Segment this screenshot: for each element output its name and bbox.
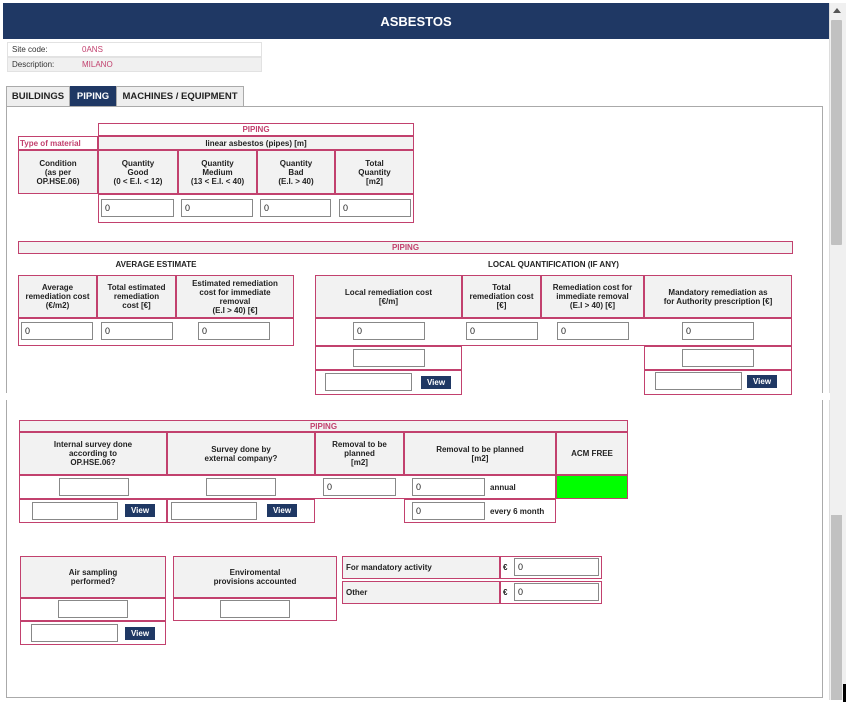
quantity-medium-header: Quantity Medium (13 < E.I. < 40) <box>178 150 257 194</box>
description-label: Description: <box>12 60 55 69</box>
external-survey-input[interactable] <box>206 478 276 496</box>
total-remediation-cost-header: Total remediation cost [€] <box>462 275 541 318</box>
remediation-immediate-input[interactable]: 0 <box>557 322 629 340</box>
quantity-good-header: Quantity Good (0 < E.I. < 12) <box>98 150 178 194</box>
mandatory-remediation-input[interactable]: 0 <box>682 322 754 340</box>
other-input[interactable]: 0 <box>514 583 599 601</box>
air-sampling-input[interactable] <box>58 600 128 618</box>
condition-header: Condition (as per OP.HSE.06) <box>18 150 98 194</box>
site-code-row: Site code: 0ANS <box>7 42 262 57</box>
mandatory-activity-input[interactable]: 0 <box>514 558 599 576</box>
acm-free-indicator <box>556 475 628 499</box>
total-quantity-input[interactable]: 0 <box>339 199 411 217</box>
local-cost-input[interactable]: 0 <box>353 322 425 340</box>
site-code-label: Site code: <box>12 45 48 54</box>
other-label: Other <box>342 581 500 604</box>
total-estimated-cost-input[interactable]: 0 <box>101 322 173 340</box>
tab-machines-equipment[interactable]: MACHINES / EQUIPMENT <box>116 86 244 106</box>
mandatory-file-input[interactable] <box>655 372 742 390</box>
description-value: MILANO <box>82 60 113 69</box>
edge-marker <box>843 684 846 702</box>
euro-symbol: € <box>503 588 508 597</box>
internal-survey-header: Internal survey done according to OP.HSE… <box>19 432 167 475</box>
air-sampling-file-input[interactable] <box>31 624 118 642</box>
average-cost-input[interactable]: 0 <box>21 322 93 340</box>
tab-buildings[interactable]: BUILDINGS <box>6 86 70 106</box>
mandatory-remediation-header: Mandatory remediation as for Authority p… <box>644 275 792 318</box>
quantity-medium-input[interactable]: 0 <box>181 199 253 217</box>
internal-survey-input[interactable] <box>59 478 129 496</box>
acm-free-header: ACM FREE <box>556 432 628 475</box>
average-cost-header: Average remediation cost (€/m2) <box>18 275 97 318</box>
six-month-input[interactable]: 0 <box>412 502 485 520</box>
euro-symbol: € <box>503 563 508 572</box>
remediation-immediate-header: Remediation cost for immediate removal (… <box>541 275 644 318</box>
estimated-immediate-cost-input[interactable]: 0 <box>198 322 270 340</box>
description-row: Description: MILANO <box>7 57 262 72</box>
mandatory-activity-label: For mandatory activity <box>342 556 500 579</box>
estimated-immediate-cost-header: Estimated remediation cost for immediate… <box>176 275 294 318</box>
page-title: ASBESTOS <box>380 13 452 29</box>
quantity-bad-header: Quantity Bad (E.I. > 40) <box>257 150 335 194</box>
removal-planned-input[interactable]: 0 <box>323 478 396 496</box>
average-estimate-label: AVERAGE ESTIMATE <box>115 259 197 269</box>
removal-to-plan-header: Removal to be planned [m2] <box>404 432 556 475</box>
scroll-up-icon[interactable] <box>833 8 841 13</box>
type-of-material-label: Type of material <box>18 136 98 150</box>
local-extra-input[interactable] <box>353 349 425 367</box>
local-file-input[interactable] <box>325 373 412 391</box>
local-view-button[interactable]: View <box>421 376 451 389</box>
external-view-button[interactable]: View <box>267 504 297 517</box>
total-quantity-header: Total Quantity [m2] <box>335 150 414 194</box>
internal-view-button[interactable]: View <box>125 504 155 517</box>
quantity-good-input[interactable]: 0 <box>101 199 174 217</box>
internal-file-input[interactable] <box>32 502 118 520</box>
scrollbar-thumb[interactable] <box>831 20 842 245</box>
local-quantification-label: LOCAL QUANTIFICATION (IF ANY) <box>488 259 619 269</box>
annual-input[interactable]: 0 <box>412 478 485 496</box>
mandatory-view-button[interactable]: View <box>747 375 777 388</box>
linear-asbestos-label: linear asbestos (pipes) [m] <box>98 136 414 150</box>
mandatory-extra-input[interactable] <box>682 349 754 367</box>
removal-planned-header: Removal to be planned [m2] <box>315 432 404 475</box>
section3-title: PIPING <box>19 420 628 432</box>
app-title-bar: ASBESTOS <box>3 3 829 39</box>
total-estimated-cost-header: Total estimated remediation cost [€] <box>97 275 176 318</box>
environmental-provisions-input[interactable] <box>220 600 290 618</box>
external-survey-header: Survey done by external company? <box>167 432 315 475</box>
air-sampling-header: Air sampling performed? <box>20 556 166 598</box>
total-remediation-cost-input[interactable]: 0 <box>466 322 538 340</box>
scrollbar-thumb-lower[interactable] <box>831 515 842 700</box>
tab-piping[interactable]: PIPING <box>70 86 116 106</box>
external-file-input[interactable] <box>171 502 257 520</box>
section1-title: PIPING <box>98 123 414 136</box>
quantity-bad-input[interactable]: 0 <box>260 199 331 217</box>
six-month-label: every 6 month <box>490 506 545 516</box>
environmental-provisions-header: Enviromental provisions accounted <box>173 556 337 598</box>
site-code-value: 0ANS <box>82 45 103 54</box>
air-sampling-view-button[interactable]: View <box>125 627 155 640</box>
annual-label: annual <box>490 482 516 492</box>
local-cost-header: Local remediation cost [€/m] <box>315 275 462 318</box>
section2-title: PIPING <box>18 241 793 254</box>
